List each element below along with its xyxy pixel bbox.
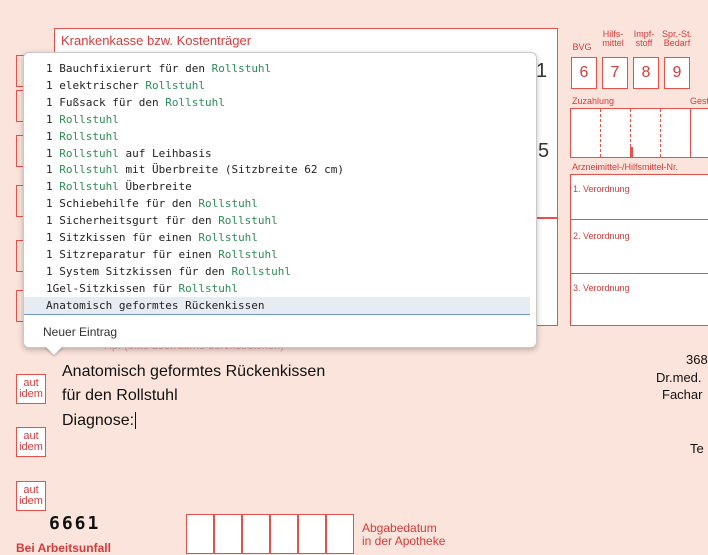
dropdown-item-text: 1 Fußsack für den: [46, 95, 166, 109]
doctor-line-2: Dr.med.: [656, 370, 702, 385]
aut-idem-checkbox[interactable]: aut idem: [16, 481, 46, 511]
dropdown-item-text: 1 Sitzreparatur für einen: [46, 247, 219, 261]
verordnung-box[interactable]: 1. Verordnung 2. Verordnung 3. Verordnun…: [570, 174, 708, 326]
dropdown-item-text: 1 Sicherheitsgurt für den: [46, 214, 219, 228]
autocomplete-dropdown[interactable]: 1 Bauchfixierurt für den Rollstuhl 1 elek…: [23, 52, 537, 348]
dropdown-item[interactable]: Anatomisch geformtes Rückenkissen: [24, 296, 530, 315]
dropdown-item-match: Rollstuhl: [59, 180, 119, 194]
dropdown-item-text: 1 Bauchfixierurt für den: [46, 62, 212, 75]
spr-st-cell[interactable]: 9: [664, 57, 690, 89]
rx-line-2[interactable]: für den Rollstuhl: [62, 387, 178, 405]
impfstoff-cell[interactable]: 8: [633, 57, 659, 89]
doctor-line-1: 368: [686, 352, 708, 367]
aut-idem-checkbox[interactable]: aut idem: [16, 374, 46, 404]
doctor-line-3: Fachar: [662, 387, 703, 402]
dropdown-pointer: [44, 345, 64, 355]
zuzahlung-box[interactable]: [570, 108, 708, 158]
dropdown-item-match: Rollstuhl: [59, 129, 119, 143]
dropdown-item-match: Rollstuhl: [198, 197, 258, 211]
dropdown-item[interactable]: 1 Schiebehilfe für den Rollstuhl: [24, 195, 530, 212]
date-cell[interactable]: [242, 514, 270, 554]
dropdown-item-text: 1: [46, 180, 60, 194]
date-cell[interactable]: [270, 514, 298, 554]
dropdown-item-match: Rollstuhl: [218, 214, 278, 228]
date-cell[interactable]: [186, 514, 214, 554]
text-caret: [135, 412, 137, 430]
dropdown-item-suffix: mit Überbreite (Sitzbreite 62 cm): [118, 163, 345, 177]
dropdown-item[interactable]: 1 Rollstuhl auf Leihbasis: [24, 145, 530, 162]
dropdown-item[interactable]: 1 Rollstuhl: [24, 128, 530, 145]
dropdown-item-suffix: Überbreite: [118, 180, 192, 194]
verordnung-3-label: 3. Verordnung: [573, 283, 630, 293]
aut-idem-checkbox[interactable]: aut idem: [16, 427, 46, 457]
dropdown-item[interactable]: 1 elektrischer Rollstuhl: [24, 77, 530, 94]
dropdown-item-match: Rollstuhl: [59, 112, 119, 126]
verordnung-1-label: 1. Verordnung: [573, 184, 630, 194]
new-entry-item[interactable]: Neuer Eintrag: [43, 325, 117, 339]
dropdown-item-match: Rollstuhl: [59, 163, 119, 177]
tick-row: [571, 273, 708, 278]
impfstoff-header: Impf- stoff: [633, 29, 655, 48]
dropdown-item-match: Rollstuhl: [145, 78, 205, 92]
dropdown-item-match: Rollstuhl: [198, 231, 258, 244]
dropdown-item[interactable]: 1 Fußsack für den Rollstuhl: [24, 94, 530, 111]
dropdown-item[interactable]: 1 Sicherheitsgurt für den Rollstuhl: [24, 212, 530, 229]
dropdown-item-match: Rollstuhl: [178, 281, 239, 295]
dropdown-item-text: 1: [46, 129, 60, 143]
rx-line-3[interactable]: Diagnose:: [62, 412, 137, 430]
date-cell[interactable]: [326, 514, 354, 554]
dropdown-item-text: 1 Schiebehilfe für den: [46, 197, 199, 211]
dropdown-item[interactable]: 1 System Sitzkissen für den Rollstuhl: [24, 263, 530, 280]
dropdown-item-match: Rollstuhl: [211, 62, 272, 75]
dropdown-item-text: Anatomisch geformtes Rückenkissen: [46, 298, 265, 312]
hilfsmittel-header: Hilfs- mittel: [602, 29, 624, 48]
diagnose-label: Diagnose:: [62, 412, 135, 429]
bvg-section: BVG Hilfs- mittel Impf- stoff Spr.-St. B…: [569, 30, 708, 90]
bvg-cell[interactable]: 6: [571, 57, 597, 89]
dropdown-item-text: 1: [46, 146, 60, 160]
dropdown-item[interactable]: 1 Sitzkissen für einen Rollstuhl: [24, 229, 530, 246]
spr-st-header: Spr.-St. Bedarf: [662, 29, 693, 48]
zuzahlung-label: Zuzahlung: [572, 96, 615, 106]
dropdown-item[interactable]: 1Gel-Sitzkissen für Rollstuhl: [24, 280, 530, 297]
date-cell[interactable]: [298, 514, 326, 554]
bvg-header: BVG: [572, 42, 592, 52]
dropdown-item-match: Rollstuhl: [59, 146, 119, 160]
dropdown-item-text: 1 Sitzkissen für einen: [46, 231, 199, 244]
dropdown-item-text: 1 elektrischer: [46, 78, 146, 92]
hilfsmittel-cell[interactable]: 7: [602, 57, 628, 89]
verordnung-2-label: 2. Verordnung: [573, 231, 630, 241]
rx-line-1[interactable]: Anatomisch geformtes Rückenkissen: [62, 363, 325, 381]
dropdown-item-match: Rollstuhl: [231, 264, 292, 278]
dropdown-item-text: 1 System Sitzkissen für den: [46, 264, 232, 278]
tick-row: [571, 219, 708, 224]
arzneimittel-label: Arzneimittel-/Hilfsmittel-Nr.: [572, 162, 679, 172]
dropdown-item[interactable]: 1 Sitzreparatur für einen Rollstuhl: [24, 246, 530, 263]
dropdown-item[interactable]: 1 Rollstuhl Überbreite: [24, 178, 530, 195]
dropdown-item-suffix: auf Leihbasis: [118, 146, 212, 160]
dropdown-item-text: 1: [46, 112, 60, 126]
gesamt-label: Gest: [690, 96, 708, 106]
dropdown-item-text: 1: [46, 163, 60, 177]
bottom-digits: 6661: [49, 513, 101, 534]
dropdown-item-match: Rollstuhl: [165, 95, 225, 109]
field-digit-2: 5: [538, 140, 550, 162]
abgabedatum-label: Abgabedatum in der Apotheke: [362, 521, 446, 548]
dropdown-item[interactable]: 1 Bauchfixierurt für den Rollstuhl: [24, 60, 530, 77]
dropdown-item[interactable]: 1 Rollstuhl: [24, 111, 530, 128]
dropdown-item[interactable]: 1 Rollstuhl mit Überbreite (Sitzbreite 6…: [24, 161, 530, 178]
insurance-label: Krankenkasse bzw. Kostenträger: [61, 33, 252, 48]
field-digit-1: 1: [536, 60, 548, 82]
date-cell[interactable]: [214, 514, 242, 554]
doctor-line-4: Te: [690, 441, 704, 456]
dropdown-item-text: 1Gel-Sitzkissen für: [46, 281, 179, 295]
dropdown-item-match: Rollstuhl: [218, 247, 278, 261]
